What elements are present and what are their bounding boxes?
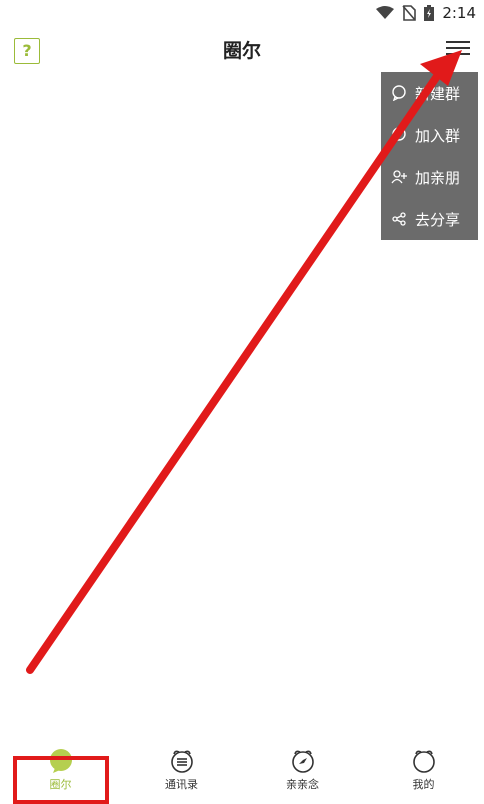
clock: 2:14 <box>442 4 476 22</box>
bird-icon <box>291 750 314 773</box>
no-sim-icon <box>402 5 417 21</box>
contacts-list-icon <box>170 750 193 773</box>
menu-line <box>446 47 470 49</box>
status-icons: 2:14 <box>376 4 476 22</box>
tab-label: 我的 <box>412 778 435 791</box>
battery-charging-icon <box>424 5 435 21</box>
menu-item-label: 新建群 <box>415 84 461 103</box>
annotation-highlight-box <box>13 756 109 804</box>
menu-item-label: 加入群 <box>415 126 461 145</box>
menu-item-label: 加亲朋 <box>415 168 461 187</box>
app-header: ? 圈尔 <box>0 26 484 72</box>
add-user-icon <box>391 169 407 185</box>
tab-qinqinnian[interactable]: 亲亲念 <box>242 742 363 800</box>
menu-item-join-group[interactable]: 加入群 <box>381 114 478 156</box>
page-title: 圈尔 <box>222 40 261 62</box>
share-icon <box>391 211 407 227</box>
tab-contacts[interactable]: 通讯录 <box>121 742 242 800</box>
wifi-icon <box>376 6 395 19</box>
tab-label: 通讯录 <box>165 778 198 791</box>
tab-label: 亲亲念 <box>286 778 319 791</box>
chat-bubble-icon <box>391 127 407 143</box>
dropdown-menu: 新建群 加入群 加亲朋 去分享 <box>381 72 478 240</box>
menu-button[interactable] <box>446 37 470 61</box>
chat-bubble-icon <box>391 85 407 101</box>
menu-item-share[interactable]: 去分享 <box>381 198 478 240</box>
menu-item-add-friend[interactable]: 加亲朋 <box>381 156 478 198</box>
status-bar: 2:14 <box>0 0 484 26</box>
menu-item-new-group[interactable]: 新建群 <box>381 72 478 114</box>
profile-icon <box>412 750 435 773</box>
menu-line <box>446 41 470 43</box>
tab-mine[interactable]: 我的 <box>363 742 484 800</box>
menu-item-label: 去分享 <box>415 210 461 229</box>
menu-line <box>446 53 470 55</box>
